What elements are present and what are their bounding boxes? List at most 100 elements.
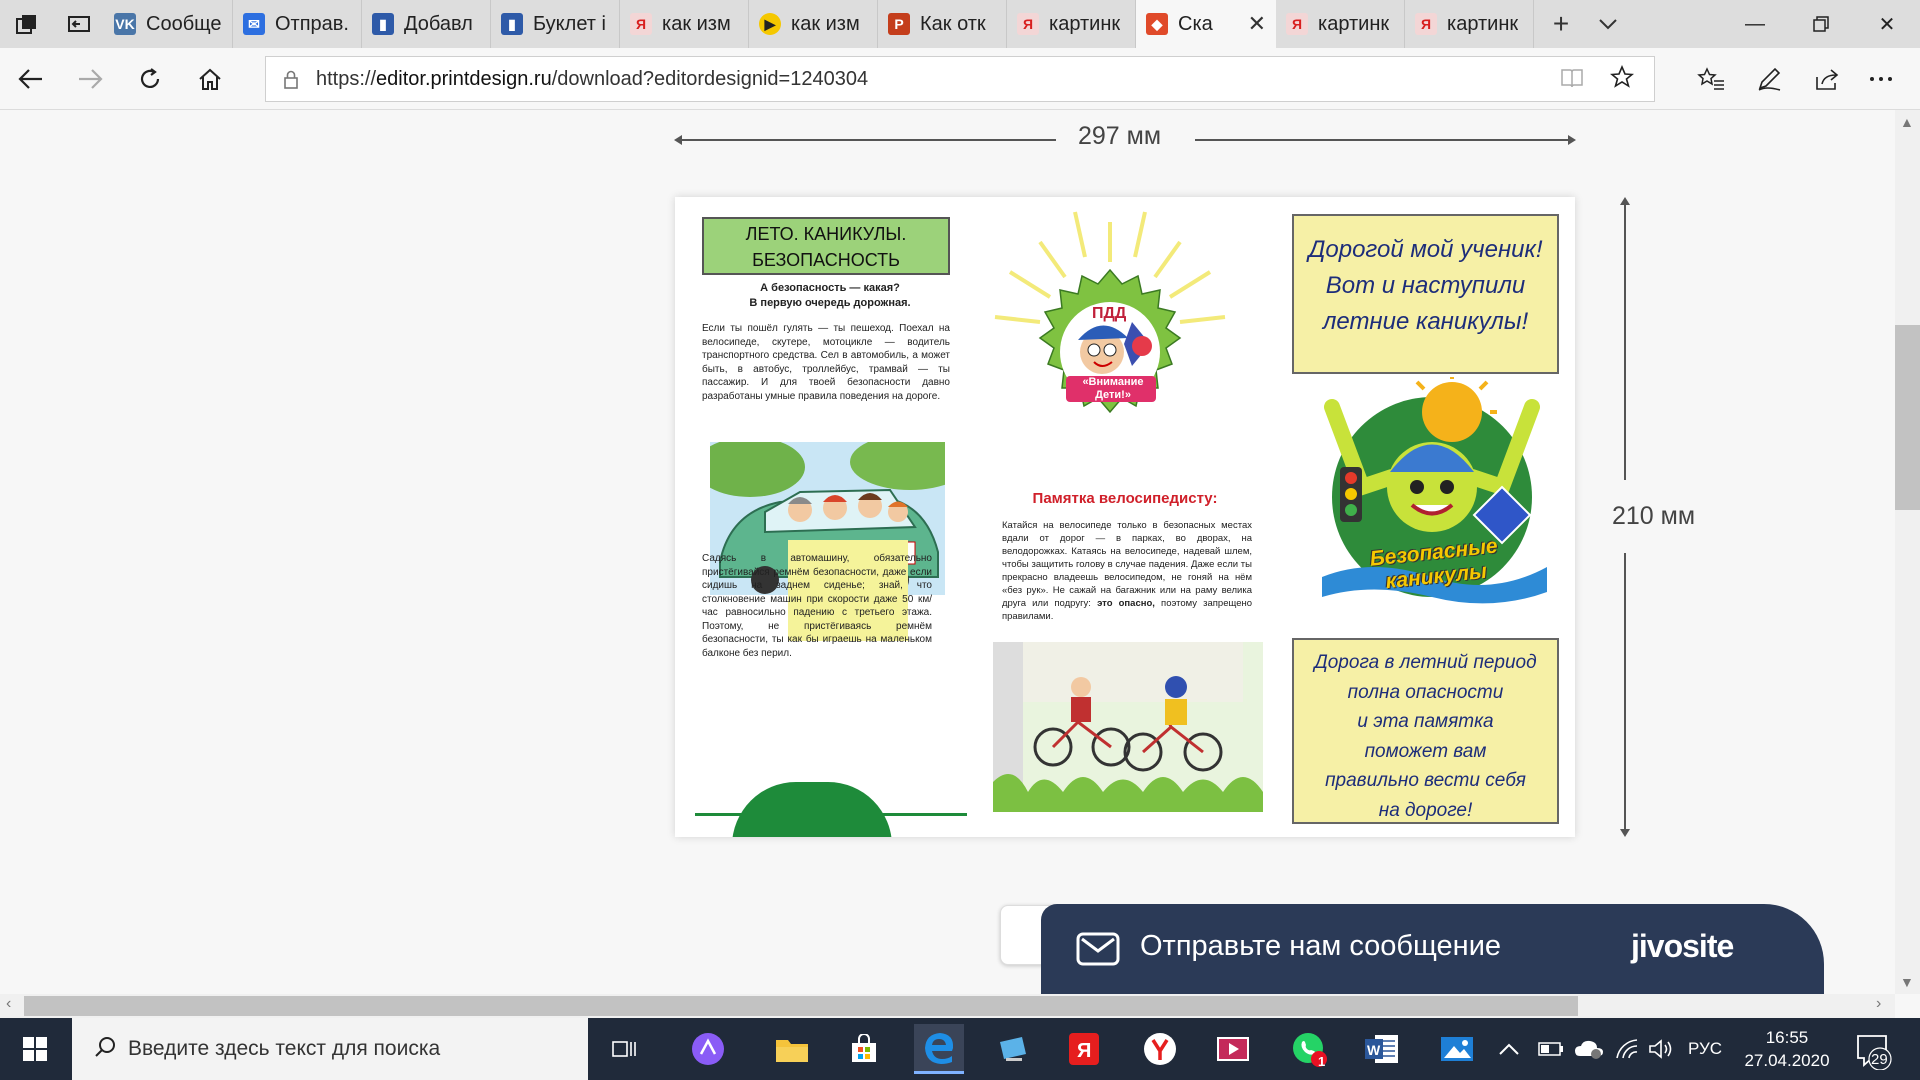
- tab-6[interactable]: P Как отк: [878, 0, 1007, 48]
- yandex-icon[interactable]: [1135, 1024, 1185, 1074]
- vertical-scroll-thumb[interactable]: [1895, 325, 1920, 510]
- restore-button[interactable]: [1788, 0, 1854, 48]
- edge-browser-icon[interactable]: [914, 1024, 964, 1074]
- clock[interactable]: 16:55 27.04.2020: [1732, 1026, 1842, 1072]
- road-line-6: на дороге!: [1378, 799, 1473, 821]
- memo-title: Памятка велосипедисту:: [1032, 490, 1218, 507]
- tab-label: картинк: [1049, 12, 1121, 35]
- taskbar-search-input[interactable]: Введите здесь текст для поиска: [72, 1018, 588, 1080]
- tab-8[interactable]: ◆ Ска ✕: [1136, 0, 1276, 48]
- store-icon[interactable]: [839, 1024, 889, 1074]
- tab-1[interactable]: ✉ Отправ.: [233, 0, 362, 48]
- desktop-app-icon[interactable]: [988, 1024, 1038, 1074]
- horizontal-scrollbar[interactable]: ‹ ›: [0, 994, 1895, 1018]
- favorite-star-icon[interactable]: [1609, 64, 1635, 96]
- task-view-icon[interactable]: [599, 1024, 649, 1074]
- tab-preview-chevron-icon[interactable]: [1588, 0, 1628, 48]
- tab-4[interactable]: Якак изм: [620, 0, 749, 48]
- scroll-down-arrow-icon[interactable]: ▼: [1900, 974, 1914, 990]
- tab-label: Отправ.: [275, 12, 349, 35]
- url-text: https://editor.printdesign.ru/download?e…: [316, 68, 868, 91]
- yandex-icon: Я: [1286, 13, 1308, 35]
- whatsapp-icon[interactable]: 1: [1284, 1024, 1334, 1074]
- windows-start-icon[interactable]: [0, 1018, 70, 1080]
- word-icon[interactable]: W: [1357, 1024, 1407, 1074]
- tab-7[interactable]: Якартинк: [1007, 0, 1136, 48]
- volume-icon[interactable]: [1648, 1018, 1674, 1080]
- share-icon[interactable]: [1808, 60, 1846, 98]
- chat-widget[interactable]: Отправьте нам сообщение jivosite: [1041, 904, 1824, 994]
- language-indicator[interactable]: РУС: [1688, 1018, 1722, 1080]
- minimize-button[interactable]: —: [1722, 0, 1788, 48]
- powerpoint-icon: P: [888, 13, 910, 35]
- refresh-icon[interactable]: [131, 60, 169, 98]
- bicycle-illustration: [993, 642, 1263, 812]
- battery-icon[interactable]: [1538, 1018, 1564, 1080]
- tab-10[interactable]: Якартинк: [1405, 0, 1534, 48]
- address-bar[interactable]: https://editor.printdesign.ru/download?e…: [265, 56, 1655, 102]
- pen-notes-icon[interactable]: [1750, 60, 1788, 98]
- yandex-browser-icon[interactable]: Я: [1059, 1024, 1109, 1074]
- tab-bar: VK Сообще ✉ Отправ. ▮ Добавл ▮ Буклет і Якак изм…: [0, 0, 1920, 48]
- yandex-icon: Я: [1017, 13, 1039, 35]
- close-window-button[interactable]: ✕: [1854, 0, 1920, 48]
- taskbar: Введите здесь текст для поиска Я 1 W РУС…: [0, 1018, 1920, 1080]
- memo-bold: это опасно,: [1097, 598, 1155, 609]
- scroll-right-arrow-icon[interactable]: ›: [1876, 995, 1881, 1013]
- tab-label: Буклет і: [533, 12, 606, 35]
- road-safety-box: Дорога в летний период полна опасности и…: [1292, 638, 1559, 824]
- search-placeholder: Введите здесь текст для поиска: [128, 1037, 441, 1060]
- tab-label: Ска: [1178, 12, 1213, 35]
- book-icon: ▮: [501, 13, 523, 35]
- greeting-line-2: Вот и наступили: [1325, 272, 1526, 299]
- tab-actions-icon[interactable]: [0, 0, 54, 48]
- vertical-scrollbar[interactable]: ▲ ▼: [1895, 110, 1920, 994]
- onedrive-cloud-icon[interactable]: [1574, 1018, 1604, 1080]
- play-icon: ▶: [759, 13, 781, 35]
- book-icon: ▮: [372, 13, 394, 35]
- close-tab-icon[interactable]: ✕: [1248, 11, 1266, 37]
- alice-assistant-icon[interactable]: [683, 1024, 733, 1074]
- intro-paragraph: Если ты пошёл гулять — ты пешеход. Поеха…: [702, 323, 950, 402]
- brochure-preview: ЛЕТО. КАНИКУЛЫ. БЕЗОПАСНОСТЬ А безопасно…: [675, 197, 1575, 837]
- svg-text:W: W: [1367, 1042, 1381, 1058]
- notification-center-icon[interactable]: 29: [1852, 1030, 1896, 1071]
- road-line-1: Дорога в летний период: [1314, 652, 1537, 673]
- tab-5[interactable]: ▶ как изм: [749, 0, 878, 48]
- width-dimension-label: 297 мм: [1078, 122, 1162, 150]
- whatsapp-badge: 1: [1318, 1054, 1326, 1069]
- tab-label: Добавл: [404, 12, 473, 35]
- horizontal-scroll-thumb[interactable]: [24, 996, 1578, 1016]
- scroll-up-arrow-icon[interactable]: ▲: [1900, 114, 1914, 130]
- tab-label: как изм: [791, 12, 860, 35]
- pdd-sun-logo: ПДД «Внимание Дети!»: [994, 211, 1226, 457]
- tab-2[interactable]: ▮ Добавл: [362, 0, 491, 48]
- tab-label: картинк: [1318, 12, 1390, 35]
- reading-view-icon[interactable]: [1560, 67, 1584, 94]
- scroll-left-arrow-icon[interactable]: ‹: [6, 995, 11, 1013]
- tab-3[interactable]: ▮ Буклет і: [491, 0, 620, 48]
- green-dome-shape: [732, 782, 892, 837]
- url-host: editor.printdesign.ru: [376, 67, 552, 90]
- subhead-line-2: В первую очередь дорожная.: [749, 297, 911, 309]
- back-arrow-icon[interactable]: [12, 60, 50, 98]
- seatbelt-paragraph: Садясь в автомашину, обязательно пристёг…: [702, 553, 932, 659]
- more-menu-icon[interactable]: [1862, 60, 1900, 98]
- tab-9[interactable]: Якартинк: [1276, 0, 1405, 48]
- forward-arrow-icon[interactable]: [71, 60, 109, 98]
- home-icon[interactable]: [191, 60, 229, 98]
- wifi-icon[interactable]: [1614, 1018, 1640, 1080]
- new-tab-button[interactable]: +: [1534, 0, 1588, 48]
- lock-icon[interactable]: [266, 69, 316, 89]
- photos-icon[interactable]: [1432, 1024, 1482, 1074]
- clock-time: 16:55: [1765, 1028, 1809, 1047]
- file-explorer-icon[interactable]: [767, 1024, 817, 1074]
- mail-icon: ✉: [243, 13, 265, 35]
- show-hidden-icons-chevron-icon[interactable]: [1498, 1018, 1520, 1080]
- tab-0[interactable]: VK Сообще: [104, 0, 233, 48]
- greeting-box: Дорогой мой ученик! Вот и наступили летн…: [1292, 214, 1559, 374]
- favorites-hub-icon[interactable]: [1692, 60, 1730, 98]
- chat-message: Отправьте нам сообщение: [1140, 930, 1502, 962]
- set-aside-tabs-icon[interactable]: [54, 0, 104, 48]
- video-editor-icon[interactable]: [1208, 1024, 1258, 1074]
